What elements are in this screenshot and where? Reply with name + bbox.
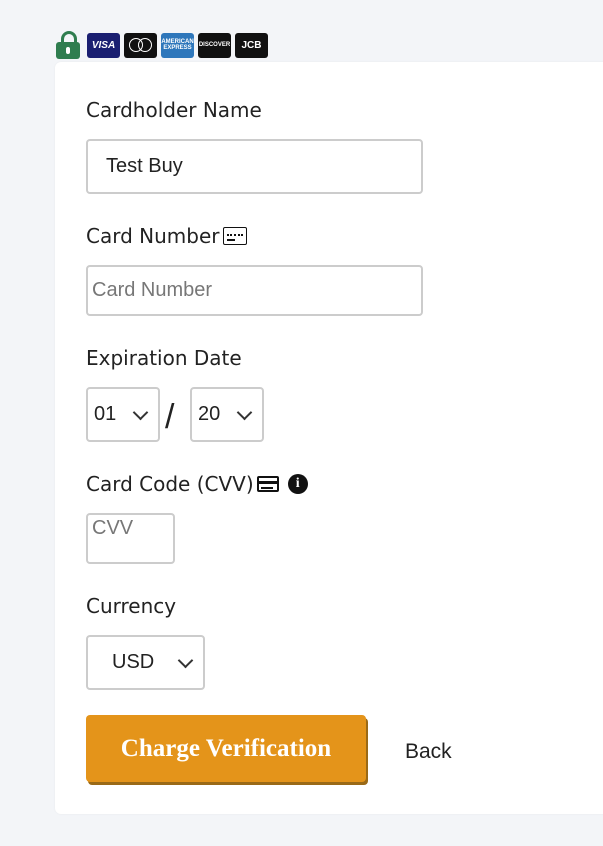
expiration-month-select[interactable]: 01 bbox=[86, 387, 160, 442]
cvv-input[interactable]: CVV bbox=[86, 513, 175, 564]
card-number-icon bbox=[222, 227, 247, 245]
currency-label: Currency bbox=[86, 594, 177, 618]
info-icon[interactable]: i bbox=[287, 474, 308, 494]
chevron-down-icon bbox=[132, 404, 149, 420]
cardholder-name-input[interactable]: Test Buy bbox=[86, 139, 423, 194]
credit-card-icon bbox=[256, 476, 279, 492]
expiration-date-label: Expiration Date bbox=[86, 346, 242, 370]
chevron-down-icon bbox=[177, 652, 194, 668]
visa-icon: VISA bbox=[87, 32, 120, 58]
mastercard-icon bbox=[124, 32, 157, 58]
jcb-icon: JCB bbox=[235, 32, 268, 58]
back-link[interactable]: Back bbox=[405, 740, 452, 764]
charge-verification-button[interactable]: Charge Verification bbox=[86, 715, 366, 782]
chevron-down-icon bbox=[236, 404, 253, 420]
card-number-label: Card Number bbox=[86, 224, 247, 248]
expiration-separator: / bbox=[165, 398, 175, 436]
discover-icon: DISCOVER bbox=[198, 32, 231, 58]
cvv-label: Card Code (CVV) i bbox=[86, 472, 308, 496]
card-number-input[interactable]: Card Number bbox=[86, 265, 423, 316]
amex-icon: AMERICAN EXPRESS bbox=[161, 32, 194, 58]
expiration-year-select[interactable]: 20 bbox=[190, 387, 264, 442]
cardholder-name-label: Cardholder Name bbox=[86, 98, 262, 122]
accepted-cards: VISA AMERICAN EXPRESS DISCOVER JCB bbox=[55, 30, 268, 60]
currency-select[interactable]: USD bbox=[86, 635, 205, 690]
lock-icon bbox=[55, 30, 81, 60]
